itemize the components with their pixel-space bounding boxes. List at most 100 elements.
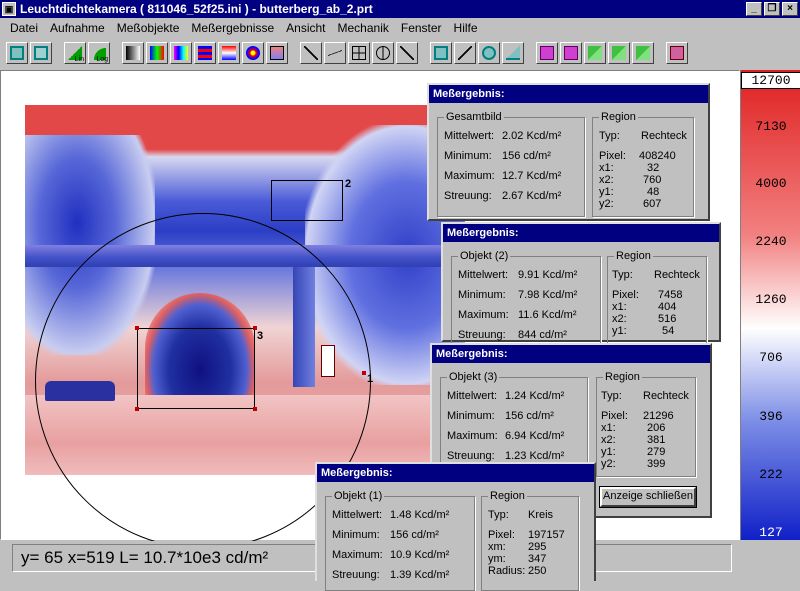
copy-object-icon (564, 46, 578, 60)
coord-value: 381 (647, 434, 666, 446)
panel-title[interactable]: Meßergebnis: (317, 464, 594, 482)
handle[interactable] (135, 407, 139, 411)
row-label: Streuung: (332, 569, 380, 581)
menu-datei[interactable]: Datei (4, 21, 44, 35)
group-title: Objekt (3) (447, 371, 500, 383)
coord-value: 279 (647, 446, 666, 458)
scale-value: 7130 (755, 119, 787, 134)
minimize-button[interactable]: _ (746, 2, 762, 16)
menu-fenster[interactable]: Fenster (395, 21, 448, 35)
zoom-out-button[interactable] (30, 42, 52, 64)
menu-ansicht[interactable]: Ansicht (280, 21, 331, 35)
coord-value: 399 (647, 458, 666, 470)
palette-redblue-button[interactable] (218, 42, 240, 64)
coord-label: y1: (599, 186, 614, 198)
measure-rect-3[interactable] (137, 328, 255, 409)
add-circle-icon (482, 46, 496, 60)
coord-label: y1: (612, 325, 627, 337)
row-label: Maximum: (447, 430, 498, 442)
row-label: Minimum: (458, 289, 506, 301)
menu-messergebnisse[interactable]: Meßergebnisse (185, 21, 280, 35)
restore-button[interactable]: ❐ (764, 2, 780, 16)
palette-gray-button[interactable] (122, 42, 144, 64)
log-scale-button[interactable]: Log (88, 42, 110, 64)
add-circle-button[interactable] (478, 42, 500, 64)
add-line-button[interactable] (454, 42, 476, 64)
image-button[interactable] (266, 42, 288, 64)
menu-mechanik[interactable]: Mechanik (332, 21, 395, 35)
type-label: Typ: (599, 130, 620, 142)
close-button[interactable]: × (782, 2, 798, 16)
coord-value: 197157 (528, 529, 565, 541)
line-tool-button[interactable] (324, 42, 346, 64)
result-panel-objekt-1[interactable]: Meßergebnis: Objekt (1) Mittelwert: 1.48 … (315, 462, 596, 591)
help-pointer-button[interactable] (396, 42, 418, 64)
zoom-out-icon (34, 46, 48, 60)
scale-value: 1260 (755, 292, 787, 307)
result-panel-gesamtbild[interactable]: Meßergebnis: Gesamtbild Mittelwert: 2.02 … (427, 83, 710, 221)
close-display-button[interactable]: Anzeige schließen (599, 486, 697, 508)
crosshair-tool-button[interactable] (372, 42, 394, 64)
row-value: 7.98 Kcd/m² (518, 289, 578, 301)
stats-group: Objekt (1) Mittelwert: 1.48 Kcd/m² Minimu… (325, 490, 475, 591)
scale-value: 706 (759, 350, 783, 365)
panel-title[interactable]: Meßergebnis: (432, 345, 710, 363)
delete-object-button[interactable] (666, 42, 688, 64)
grid-tool-button[interactable] (348, 42, 370, 64)
add-polygon-button[interactable] (502, 42, 524, 64)
panel-title[interactable]: Meßergebnis: (443, 224, 719, 242)
resize-object-button[interactable] (608, 42, 630, 64)
row-label: Streuung: (447, 450, 495, 462)
type-label: Typ: (612, 269, 633, 281)
coord-label: y1: (601, 446, 616, 458)
menu-hilfe[interactable]: Hilfe (448, 21, 484, 35)
result-panel-objekt-2[interactable]: Meßergebnis: Objekt (2) Mittelwert: 9.91 … (441, 222, 721, 346)
scale-max: 12700 (741, 72, 800, 89)
scale-value: 222 (759, 467, 783, 482)
circle-label: 1 (367, 373, 374, 385)
stats-group: Gesamtbild Mittelwert: 2.02 Kcd/m² Minimu… (437, 111, 585, 217)
rotate-object-icon (636, 46, 650, 60)
palette-rainbow-button[interactable] (146, 42, 168, 64)
row-value: 12.7 Kcd/m² (502, 170, 562, 182)
coord-label: Pixel: (599, 150, 626, 162)
coord-value: 295 (528, 541, 547, 553)
coord-value: 408240 (639, 150, 676, 162)
pointer-tool-button[interactable] (300, 42, 322, 64)
target-button[interactable] (242, 42, 264, 64)
copy-object-button[interactable] (560, 42, 582, 64)
region-group: Region Typ: Rechteck Pixel: 408240 x1: 32 x… (592, 111, 694, 217)
palette-gray-icon (126, 46, 140, 60)
row-value: 10.9 Kcd/m² (390, 549, 450, 561)
zoom-in-button[interactable] (6, 42, 28, 64)
move-object-button[interactable] (536, 42, 558, 64)
menu-messobjekte[interactable]: Meßobjekte (111, 21, 186, 35)
rotate-object-button[interactable] (632, 42, 654, 64)
menu-aufnahme[interactable]: Aufnahme (44, 21, 111, 35)
group-title: Gesamtbild (444, 111, 504, 123)
coord-value: 32 (647, 162, 660, 174)
type-label: Typ: (601, 390, 622, 402)
edit-object-button[interactable] (584, 42, 606, 64)
add-rect-button[interactable] (430, 42, 452, 64)
scale-value: 396 (759, 409, 783, 424)
luminance-scale: 12700 7130 4000 2240 1260 706 396 222 12… (740, 70, 800, 540)
palette-spectrum-button[interactable] (170, 42, 192, 64)
lin-scale-button[interactable]: Lin (64, 42, 86, 64)
measure-rect-2[interactable] (271, 180, 343, 221)
toolbar: Lin Log (0, 38, 800, 68)
group-title: Region (599, 111, 638, 123)
handle[interactable] (253, 407, 257, 411)
row-label: Mittelwert: (444, 130, 495, 142)
handle[interactable] (362, 371, 366, 375)
arrow-pointer-icon (304, 46, 318, 60)
palette-stripes-button[interactable] (194, 42, 216, 64)
app-icon[interactable]: ▣ (2, 2, 16, 16)
crosshair-icon (376, 46, 390, 60)
row-label: Minimum: (444, 150, 492, 162)
row-value: 1.24 Kcd/m² (505, 390, 565, 402)
panel-title[interactable]: Meßergebnis: (429, 85, 708, 103)
row-value: 1.48 Kcd/m² (390, 509, 450, 521)
handle[interactable] (135, 326, 139, 330)
palette-rainbow-icon (150, 46, 164, 60)
